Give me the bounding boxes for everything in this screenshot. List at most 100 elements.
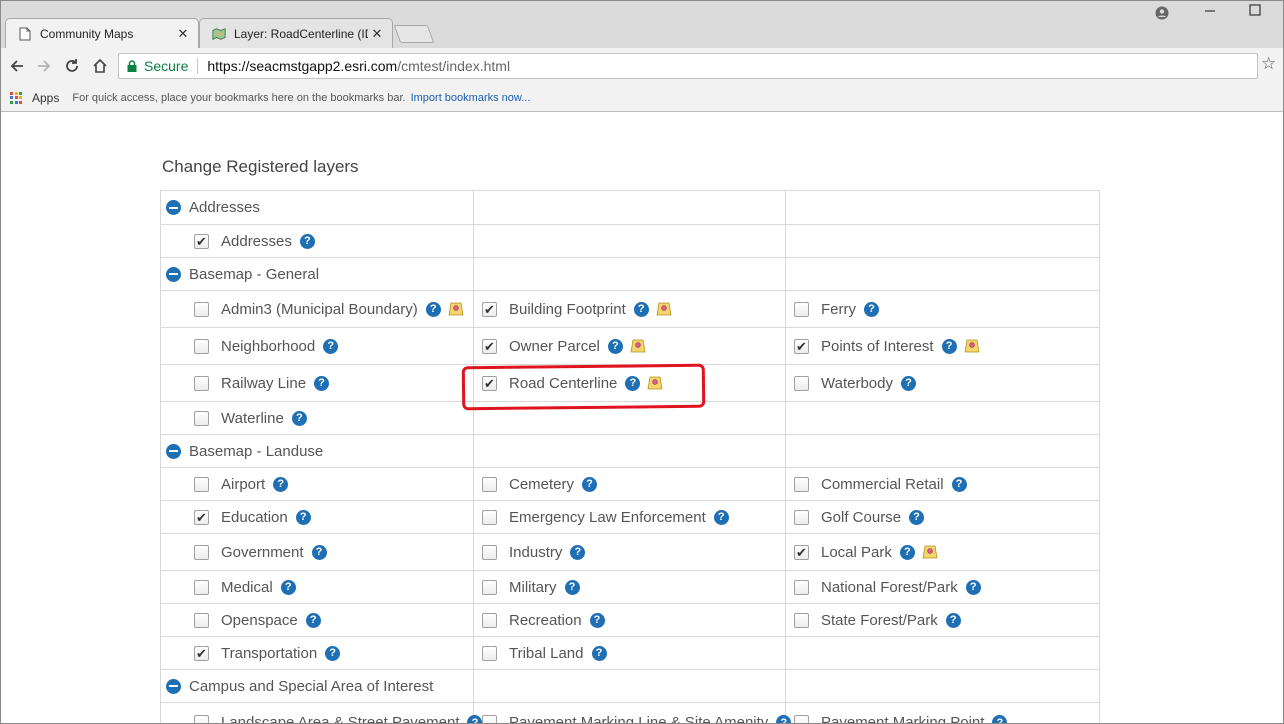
apps-icon[interactable]: [10, 91, 22, 104]
layer-checkbox[interactable]: [482, 715, 497, 723]
tag-icon[interactable]: [630, 338, 646, 354]
help-icon[interactable]: ?: [295, 509, 311, 525]
help-icon[interactable]: ?: [291, 410, 307, 426]
layer-checkbox[interactable]: [794, 715, 809, 723]
tag-icon[interactable]: [448, 301, 464, 317]
layer-checkbox[interactable]: [794, 509, 809, 525]
help-icon[interactable]: ?: [591, 645, 607, 661]
address-bar[interactable]: Secure https://seacmstgapp2.esri.com/cmt…: [118, 53, 1258, 79]
back-icon[interactable]: [7, 56, 27, 76]
layer-checkbox[interactable]: ✔: [194, 233, 209, 249]
collapse-icon[interactable]: [166, 443, 181, 459]
layer-item-transportation: ✔ Transportation?: [161, 645, 473, 662]
layer-checkbox[interactable]: ✔: [482, 338, 497, 354]
layer-checkbox[interactable]: [482, 476, 497, 492]
layer-checkbox[interactable]: [482, 612, 497, 628]
layer-checkbox[interactable]: [482, 509, 497, 525]
help-icon[interactable]: ?: [633, 301, 649, 317]
layer-checkbox[interactable]: ✔: [794, 544, 809, 560]
secure-indicator[interactable]: Secure: [119, 58, 199, 74]
layer-label: Local Park: [821, 543, 892, 561]
layer-checkbox[interactable]: [194, 410, 209, 426]
layer-checkbox[interactable]: [194, 476, 209, 492]
apps-link[interactable]: Apps: [32, 91, 59, 105]
help-icon[interactable]: ?: [323, 338, 339, 354]
help-icon[interactable]: ?: [899, 544, 915, 560]
tag-icon[interactable]: [647, 375, 663, 391]
help-icon[interactable]: ?: [325, 645, 341, 661]
layer-checkbox[interactable]: [794, 579, 809, 595]
layer-checkbox[interactable]: [194, 338, 209, 354]
layer-checkbox[interactable]: [794, 301, 809, 317]
layer-checkbox[interactable]: [194, 579, 209, 595]
help-icon[interactable]: ?: [570, 544, 586, 560]
layer-checkbox[interactable]: [482, 544, 497, 560]
help-icon[interactable]: ?: [992, 715, 1008, 723]
layer-checkbox[interactable]: [794, 612, 809, 628]
import-bookmarks-link[interactable]: Import bookmarks now...: [411, 92, 531, 104]
collapse-icon[interactable]: [166, 200, 181, 215]
help-icon[interactable]: ?: [864, 301, 879, 317]
layer-checkbox[interactable]: ✔: [482, 301, 497, 317]
home-icon[interactable]: [90, 56, 110, 76]
layer-checkbox[interactable]: ✔: [482, 375, 497, 391]
help-icon[interactable]: ?: [280, 579, 296, 595]
bookmark-star-icon[interactable]: ☆: [1261, 54, 1276, 74]
help-icon[interactable]: ?: [625, 375, 641, 391]
layer-item-openspace: Openspace?: [161, 612, 473, 629]
help-icon[interactable]: ?: [900, 375, 916, 391]
minimize-icon[interactable]: [1204, 5, 1216, 20]
tab-close-icon[interactable]: ✕: [174, 26, 192, 42]
maximize-icon[interactable]: [1249, 4, 1261, 19]
layer-item-commercial-retail: Commercial Retail?: [786, 476, 1099, 493]
layer-checkbox[interactable]: [194, 375, 209, 391]
tab-community-maps[interactable]: Community Maps ✕: [5, 18, 199, 48]
help-icon[interactable]: ?: [299, 233, 315, 249]
help-icon[interactable]: ?: [941, 338, 957, 354]
help-icon[interactable]: ?: [305, 612, 321, 628]
empty-cell: [785, 224, 1100, 258]
layer-checkbox[interactable]: [794, 375, 809, 391]
page-content: Change Registered layers Addresses ✔ Addre…: [1, 113, 1283, 723]
layer-checkbox[interactable]: [194, 301, 209, 317]
collapse-icon[interactable]: [166, 678, 181, 694]
layer-checkbox[interactable]: ✔: [194, 509, 209, 525]
help-icon[interactable]: ?: [273, 476, 289, 492]
layer-item-building-footprint: ✔ Building Footprint?: [474, 301, 785, 318]
layer-checkbox[interactable]: [194, 715, 209, 723]
new-tab-button[interactable]: [393, 25, 435, 43]
help-icon[interactable]: ?: [589, 612, 605, 628]
help-icon[interactable]: ?: [607, 338, 623, 354]
group-header[interactable]: Basemap - Landuse: [161, 443, 473, 460]
help-icon[interactable]: ?: [951, 476, 967, 492]
help-icon[interactable]: ?: [425, 301, 441, 317]
layer-checkbox[interactable]: [794, 476, 809, 492]
layer-checkbox[interactable]: [482, 645, 497, 661]
help-icon[interactable]: ?: [582, 476, 598, 492]
collapse-icon[interactable]: [166, 266, 181, 282]
help-icon[interactable]: ?: [965, 579, 981, 595]
help-icon[interactable]: ?: [311, 544, 327, 560]
tag-icon[interactable]: [964, 338, 980, 354]
layer-checkbox[interactable]: [194, 612, 209, 628]
help-icon[interactable]: ?: [564, 579, 580, 595]
help-icon[interactable]: ?: [909, 509, 925, 525]
tab-layer-roadcenterline[interactable]: Layer: RoadCenterline (ID ✕: [199, 18, 393, 48]
help-icon[interactable]: ?: [945, 612, 961, 628]
reload-icon[interactable]: [62, 56, 82, 76]
help-icon[interactable]: ?: [314, 375, 330, 391]
layer-checkbox[interactable]: ✔: [794, 338, 809, 354]
layer-checkbox[interactable]: [194, 544, 209, 560]
tab-close-icon[interactable]: ✕: [368, 26, 386, 42]
layer-label: Openspace: [221, 611, 298, 629]
layer-checkbox[interactable]: ✔: [194, 645, 209, 661]
tag-icon[interactable]: [656, 301, 672, 317]
help-icon[interactable]: ?: [713, 509, 729, 525]
layer-checkbox[interactable]: [482, 579, 497, 595]
forward-icon[interactable]: [34, 56, 54, 76]
profile-icon[interactable]: [1155, 6, 1169, 23]
tag-icon[interactable]: [922, 544, 938, 560]
group-header[interactable]: Addresses: [161, 199, 473, 216]
group-header[interactable]: Campus and Special Area of Interest: [161, 678, 473, 695]
group-header[interactable]: Basemap - General: [161, 266, 473, 283]
